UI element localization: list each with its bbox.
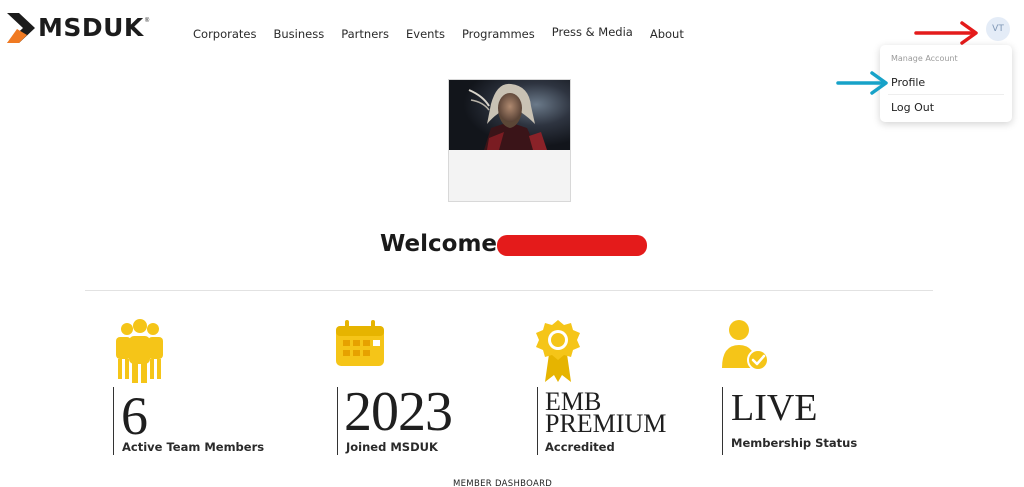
annotation-arrow-red-icon xyxy=(914,21,978,45)
redacted-username xyxy=(497,235,647,256)
manage-account-heading: Manage Account xyxy=(891,54,958,63)
nav-item-events[interactable]: Events xyxy=(406,27,445,41)
accredited-label: Accredited xyxy=(545,440,615,454)
section-divider xyxy=(85,290,933,291)
account-avatar[interactable]: VT xyxy=(986,17,1010,41)
welcome-heading: Welcome xyxy=(380,231,498,257)
profile-photo-card xyxy=(448,79,571,202)
nav-item-programmes[interactable]: Programmes xyxy=(462,27,535,41)
stat-divider xyxy=(722,387,723,455)
joined-msduk-label: Joined MSDUK xyxy=(346,440,438,454)
annotation-arrow-blue-icon xyxy=(836,71,888,95)
nav-item-partners[interactable]: Partners xyxy=(341,27,389,41)
joined-year-value: 2023 xyxy=(344,381,453,443)
logout-menu-item[interactable]: Log Out xyxy=(891,101,934,114)
emb-premium-value-line2: PREMIUM xyxy=(545,409,667,438)
logo-chevron-icon xyxy=(7,13,35,43)
verified-user-icon xyxy=(722,320,769,371)
main-nav: Corporates Business Partners Events Prog… xyxy=(193,25,701,41)
member-dashboard-heading: MEMBER DASHBOARD xyxy=(453,479,553,487)
stat-divider xyxy=(337,387,338,455)
nav-item-business[interactable]: Business xyxy=(273,27,324,41)
account-dropdown-menu: Manage Account Profile Log Out xyxy=(880,45,1012,122)
membership-status-value: LIVE xyxy=(731,387,818,429)
active-team-members-label: Active Team Members xyxy=(122,440,265,454)
registered-mark: ® xyxy=(144,18,150,24)
brand-logo[interactable]: MSDUK ® xyxy=(7,13,149,43)
team-icon xyxy=(116,319,163,383)
brand-name: MSDUK xyxy=(38,13,144,42)
menu-divider xyxy=(888,94,1004,95)
nav-item-about[interactable]: About xyxy=(650,27,684,41)
nav-item-corporates[interactable]: Corporates xyxy=(193,27,256,41)
award-badge-icon xyxy=(536,320,580,382)
stat-divider xyxy=(537,387,538,455)
nav-item-press-media[interactable]: Press & Media xyxy=(552,25,633,39)
active-team-members-value: 6 xyxy=(121,386,148,446)
calendar-icon xyxy=(336,320,384,366)
membership-status-label: Membership Status xyxy=(731,436,858,450)
stat-divider xyxy=(113,387,114,455)
profile-menu-item[interactable]: Profile xyxy=(891,76,925,89)
profile-photo xyxy=(449,80,570,150)
